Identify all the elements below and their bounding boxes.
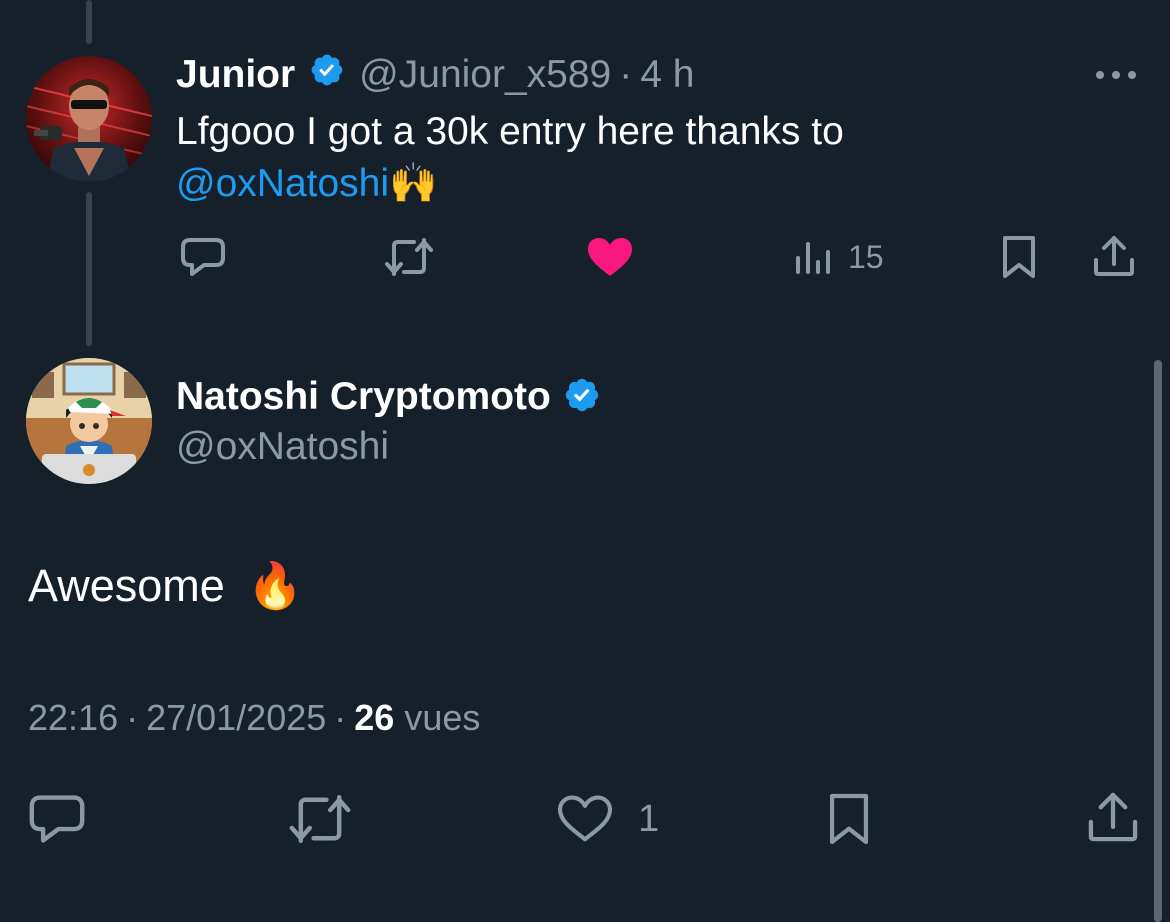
separator: · <box>334 697 347 738</box>
views-label: vues <box>404 697 481 738</box>
share-icon <box>1094 236 1134 276</box>
author-name[interactable]: Natoshi Cryptomoto <box>176 375 551 419</box>
tweet-date[interactable]: 27/01/2025 <box>146 697 326 739</box>
author-handle[interactable]: @oxNatoshi <box>176 422 389 472</box>
like-count: 1 <box>638 797 660 840</box>
views-count[interactable]: 26 <box>354 697 394 739</box>
retweet-button[interactable] <box>288 792 352 846</box>
tweet-text-body: Awesome <box>28 560 225 611</box>
views-icon <box>796 242 830 274</box>
reply-header: Junior @Junior_x589 · 4 h <box>176 50 694 100</box>
bookmark-button[interactable] <box>826 790 872 848</box>
avatar-junior[interactable] <box>26 56 152 182</box>
retweet-icon <box>289 795 351 843</box>
raised-hands-emoji: 🙌 <box>389 162 438 205</box>
like-button[interactable] <box>586 236 634 278</box>
views-count: 15 <box>848 238 884 275</box>
tweet-author: Natoshi Cryptomoto <box>176 372 601 422</box>
scrollbar[interactable] <box>1154 360 1162 922</box>
verified-icon <box>309 52 345 98</box>
thread-line-top <box>86 0 92 44</box>
bookmark-button[interactable] <box>1000 234 1038 280</box>
retweet-icon <box>385 238 433 276</box>
tweet-detail-page: Junior @Junior_x589 · 4 h Lfgooo I got a… <box>0 0 1170 922</box>
reply-button[interactable] <box>180 236 226 278</box>
views-button[interactable]: 15 <box>794 238 884 276</box>
share-button[interactable] <box>1086 790 1140 844</box>
reply-icon <box>29 795 85 843</box>
reply-text-line-2: @oxNatoshi🙌 <box>176 158 1076 210</box>
tweet-text: Awesome 🔥 <box>28 556 303 616</box>
like-button[interactable]: 1 <box>556 794 659 844</box>
reply-icon <box>181 238 225 276</box>
like-icon <box>588 238 632 276</box>
reply-button[interactable] <box>28 792 86 846</box>
verified-icon <box>563 376 601 419</box>
thread-line-bottom <box>86 192 92 346</box>
more-icon[interactable] <box>1094 68 1138 87</box>
author-name[interactable]: Junior <box>176 53 295 97</box>
retweet-button[interactable] <box>384 236 434 278</box>
mention-link[interactable]: @oxNatoshi <box>176 162 389 205</box>
bookmark-icon <box>1003 236 1035 278</box>
avatar-natoshi[interactable] <box>26 358 152 484</box>
share-button[interactable] <box>1092 234 1136 278</box>
timestamp[interactable]: 4 h <box>640 53 694 97</box>
separator: · <box>126 697 139 738</box>
like-icon <box>557 795 613 842</box>
share-icon <box>1088 792 1138 842</box>
bookmark-icon <box>829 793 869 845</box>
reply-text-line: Lfgooo I got a 30k entry here thanks to <box>176 110 844 153</box>
tweet-meta: 22:16 · 27/01/2025 · 26 vues <box>28 694 480 742</box>
separator: · <box>619 53 633 96</box>
tweet-time[interactable]: 22:16 <box>28 697 118 739</box>
fire-emoji: 🔥 <box>247 560 304 611</box>
author-handle[interactable]: @Junior_x589 <box>359 53 611 97</box>
reply-text: Lfgooo I got a 30k entry here thanks to … <box>176 106 1076 210</box>
